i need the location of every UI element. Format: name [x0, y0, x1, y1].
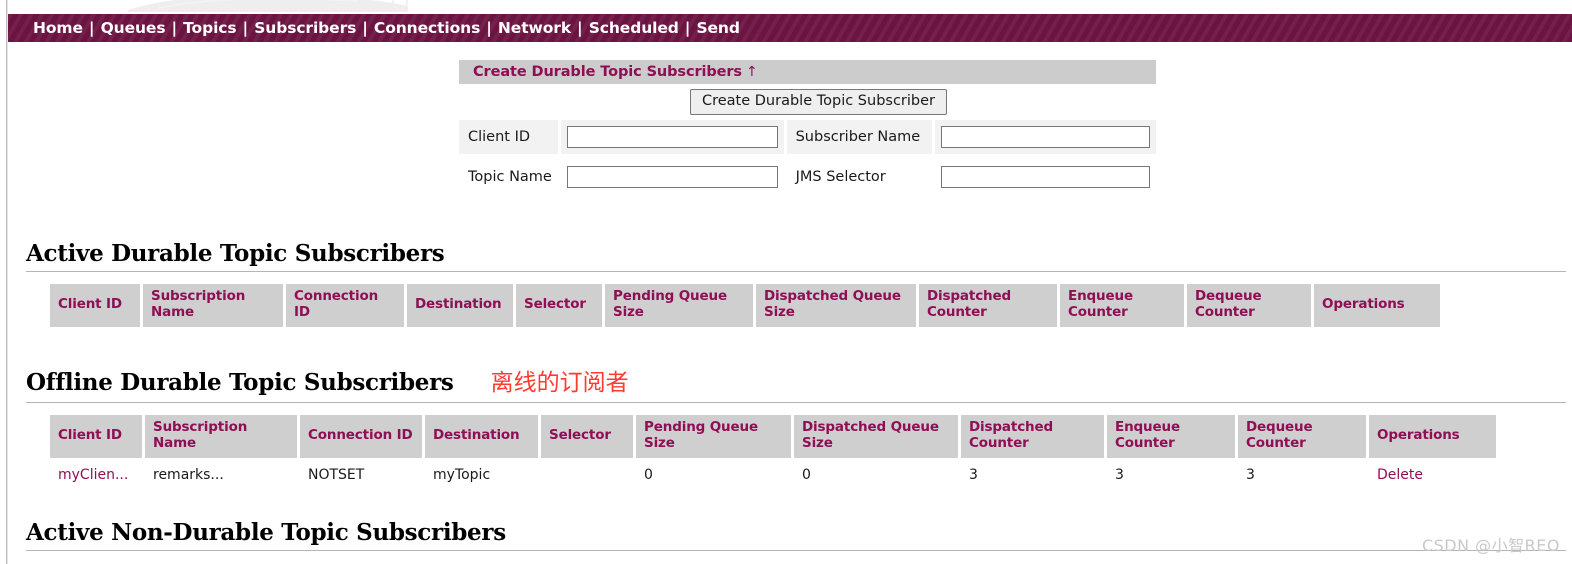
col-connection-id[interactable]: Connection ID [300, 415, 422, 458]
offline-durable-annotation: 离线的订阅者 [490, 370, 629, 396]
col-connection-id[interactable]: Connection ID [286, 284, 404, 327]
subscriber-name-input-cell [934, 120, 1156, 154]
client-id-link[interactable]: myClien... [58, 467, 128, 483]
jms-selector-input[interactable] [940, 166, 1150, 188]
topic-name-label: Topic Name [468, 169, 552, 185]
form-row-2: Topic Name JMS Selector [459, 160, 1156, 194]
nav-item-connections[interactable]: Connections [374, 19, 480, 37]
offline-durable-table-body: myClien... remarks... NOTSET myTopic 0 0… [50, 457, 1496, 492]
col-dispatched-queue-size[interactable]: Dispatched Queue Size [794, 415, 958, 458]
col-client-id[interactable]: Client ID [50, 415, 142, 458]
table-row: myClien... remarks... NOTSET myTopic 0 0… [50, 457, 1496, 492]
topic-name-input[interactable] [566, 166, 778, 188]
col-dequeue-counter[interactable]: Dequeue Counter [1238, 415, 1366, 458]
offline-durable-heading-row: Offline Durable Topic Subscribers 离线的订阅者 [26, 363, 1566, 397]
cell-dispatched-counter: 3 [961, 457, 1104, 492]
subscriber-name-label: Subscriber Name [786, 120, 932, 154]
nav-item-home[interactable]: Home [33, 19, 83, 37]
active-non-durable-heading-row: Active Non-Durable Topic Subscribers [26, 519, 1566, 546]
col-pending-queue-size[interactable]: Pending Queue Size [636, 415, 791, 458]
page-left-border-inner [7, 0, 8, 564]
cell-selector [541, 457, 633, 492]
col-dequeue-counter[interactable]: Dequeue Counter [1187, 284, 1311, 327]
client-id-label: Client ID [459, 120, 558, 154]
create-form-fields: Client ID Subscriber Name Topic Name JMS… [459, 120, 1156, 194]
jms-selector-label: JMS Selector [795, 169, 886, 185]
nav-item-send[interactable]: Send [696, 19, 740, 37]
col-dispatched-queue-size[interactable]: Dispatched Queue Size [756, 284, 916, 327]
col-dispatched-counter[interactable]: Dispatched Counter [961, 415, 1104, 458]
nav-separator: | [88, 19, 95, 37]
nav-separator: | [171, 19, 178, 37]
delete-link[interactable]: Delete [1377, 467, 1423, 483]
col-subscription-name[interactable]: Subscription Name [143, 284, 283, 327]
nav-item-queues[interactable]: Queues [101, 19, 166, 37]
active-non-durable-heading: Active Non-Durable Topic Subscribers [26, 519, 506, 546]
section-divider [26, 402, 1566, 403]
cell-enqueue-counter: 3 [1107, 457, 1235, 492]
active-durable-heading: Active Durable Topic Subscribers [26, 240, 445, 267]
csdn-watermark: CSDN @小智REO [1421, 536, 1560, 555]
col-operations[interactable]: Operations [1369, 415, 1496, 458]
cell-destination: myTopic [425, 457, 538, 492]
cell-connection-id: NOTSET [300, 457, 422, 492]
main-navigation-bar: Home | Queues | Topics | Subscribers | C… [8, 14, 1572, 42]
section-divider [26, 550, 1566, 552]
col-dispatched-counter[interactable]: Dispatched Counter [919, 284, 1057, 327]
cell-pending-queue-size: 0 [636, 457, 791, 492]
table-header-row: Client ID Subscription Name Connection I… [50, 415, 1496, 458]
col-pending-queue-size[interactable]: Pending Queue Size [605, 284, 753, 327]
nav-item-topics[interactable]: Topics [183, 19, 236, 37]
col-client-id[interactable]: Client ID [50, 284, 140, 327]
col-enqueue-counter[interactable]: Enqueue Counter [1107, 415, 1235, 458]
jms-selector-input-cell [935, 160, 1156, 194]
nav-item-subscribers[interactable]: Subscribers [254, 19, 356, 37]
col-operations[interactable]: Operations [1314, 284, 1440, 327]
active-durable-section: Active Durable Topic Subscribers Client … [26, 240, 1566, 327]
col-subscription-name[interactable]: Subscription Name [145, 415, 297, 458]
cell-dispatched-queue-size: 0 [794, 457, 958, 492]
table-header-row: Client ID Subscription Name Connection I… [50, 284, 1440, 327]
nav-item-scheduled[interactable]: Scheduled [589, 19, 679, 37]
col-selector[interactable]: Selector [541, 415, 633, 458]
collapse-arrow-icon[interactable]: ↑ [746, 64, 758, 80]
form-row-1: Client ID Subscriber Name [459, 120, 1156, 154]
client-id-input-cell [560, 120, 784, 154]
active-durable-subscribers-table: Client ID Subscription Name Connection I… [47, 284, 1443, 327]
nav-separator: | [577, 19, 583, 37]
cell-dequeue-counter: 3 [1238, 457, 1366, 492]
client-id-input[interactable] [566, 126, 778, 148]
topic-name-input-cell [561, 160, 784, 194]
create-form-button-row: Create Durable Topic Subscriber [459, 84, 1156, 120]
offline-durable-heading: Offline Durable Topic Subscribers [26, 369, 454, 396]
col-enqueue-counter[interactable]: Enqueue Counter [1060, 284, 1184, 327]
create-form-title-bar: Create Durable Topic Subscribers ↑ [459, 60, 1156, 84]
create-form-title: Create Durable Topic Subscribers [473, 64, 742, 80]
active-durable-heading-row: Active Durable Topic Subscribers [26, 240, 1566, 267]
col-selector[interactable]: Selector [516, 284, 602, 327]
col-destination[interactable]: Destination [407, 284, 513, 327]
cell-subscription-name: remarks... [145, 457, 297, 492]
offline-durable-subscribers-table: Client ID Subscription Name Connection I… [47, 415, 1499, 492]
section-divider [26, 271, 1566, 273]
nav-separator: | [362, 19, 368, 37]
cell-operations: Delete [1369, 457, 1496, 492]
nav-separator: | [486, 19, 492, 37]
create-durable-topic-subscriber-button[interactable]: Create Durable Topic Subscriber [689, 88, 948, 116]
nav-separator: | [684, 19, 691, 37]
nav-item-network[interactable]: Network [498, 19, 571, 37]
create-durable-subscriber-panel: Create Durable Topic Subscribers ↑ Creat… [459, 60, 1156, 200]
activemq-console-page: Home | Queues | Topics | Subscribers | C… [0, 0, 1572, 564]
subscriber-name-input[interactable] [940, 126, 1150, 148]
col-destination[interactable]: Destination [425, 415, 538, 458]
offline-durable-section: Offline Durable Topic Subscribers 离线的订阅者… [26, 363, 1566, 492]
nav-separator: | [242, 19, 249, 37]
active-non-durable-section: Active Non-Durable Topic Subscribers [26, 519, 1566, 552]
cell-client-id: myClien... [50, 457, 142, 492]
